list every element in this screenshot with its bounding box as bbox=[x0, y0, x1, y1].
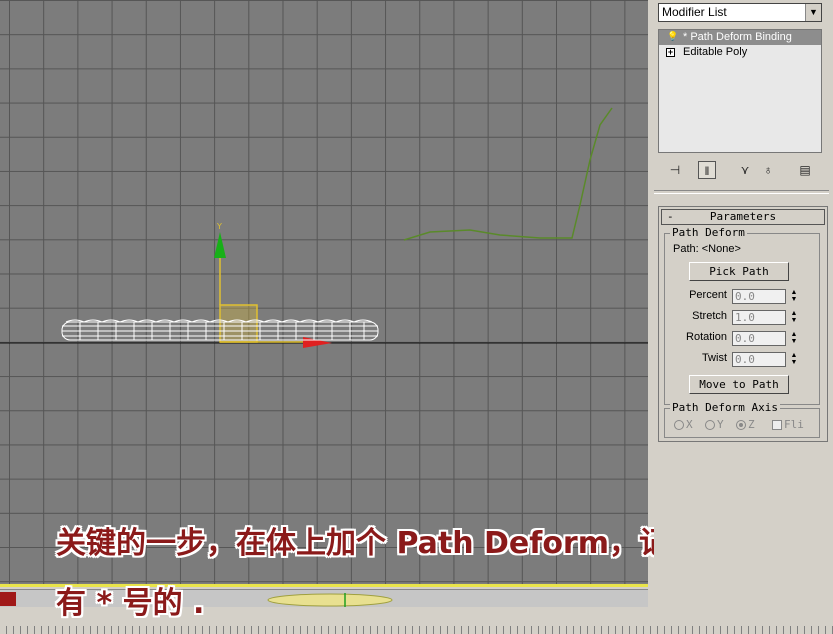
gizmo-x-arrow bbox=[303, 337, 332, 348]
gizmo-y-label: Y bbox=[216, 222, 222, 231]
show-end-result-icon[interactable]: ‖ bbox=[698, 161, 716, 179]
rotation-label: Rotation bbox=[686, 331, 727, 343]
percent-spinner[interactable]: ▲ ▼ bbox=[789, 289, 799, 304]
axis-x-label: X bbox=[686, 418, 693, 431]
collapse-icon[interactable]: - bbox=[667, 210, 674, 224]
path-spline bbox=[403, 107, 613, 241]
axis-z-label: Z bbox=[748, 418, 755, 431]
twist-field[interactable]: 0.0 bbox=[732, 352, 786, 367]
divider bbox=[654, 190, 829, 194]
caption-line-2: 有 * 号的 . bbox=[56, 586, 205, 621]
axis-y-radio[interactable]: Y bbox=[705, 418, 724, 431]
parameters-rollout-header[interactable]: - Parameters bbox=[661, 209, 825, 225]
radio-icon bbox=[674, 420, 684, 430]
plus-expand-icon[interactable]: + bbox=[666, 48, 675, 57]
twist-spinner[interactable]: ▲ ▼ bbox=[789, 352, 799, 367]
lightbulb-icon[interactable]: 💡 bbox=[667, 32, 678, 41]
rotation-field[interactable]: 0.0 bbox=[732, 331, 786, 346]
axis-y-label: Y bbox=[717, 418, 724, 431]
axis-x-radio[interactable]: X bbox=[674, 418, 693, 431]
stack-item-editable-poly[interactable]: + Editable Poly bbox=[659, 45, 821, 60]
perspective-viewport[interactable]: Y bbox=[0, 0, 651, 587]
rollout-title: Parameters bbox=[709, 210, 777, 223]
path-label: Path: <None> bbox=[673, 243, 741, 255]
stretch-label: Stretch bbox=[692, 310, 727, 322]
stretch-field[interactable]: 1.0 bbox=[732, 310, 786, 325]
command-panel: Modifier List ▼ 💡 * Path Deform Binding … bbox=[654, 0, 833, 626]
parameters-rollout: - Parameters Path Deform Path: <None> Pi… bbox=[658, 206, 828, 442]
stack-item-label: * Path Deform Binding bbox=[683, 31, 792, 43]
stack-item-label: Editable Poly bbox=[683, 46, 748, 58]
stack-item-path-deform-binding[interactable]: 💡 * Path Deform Binding bbox=[659, 30, 821, 45]
move-to-path-button[interactable]: Move to Path bbox=[689, 375, 789, 394]
viewport-scene: Y bbox=[0, 107, 648, 348]
radio-icon bbox=[705, 420, 715, 430]
chevron-down-icon[interactable]: ▼ bbox=[805, 4, 821, 21]
gizmo-y-arrow bbox=[214, 232, 226, 258]
checkbox-icon bbox=[772, 420, 782, 430]
flip-checkbox[interactable]: Fli bbox=[772, 418, 804, 431]
percent-label: Percent bbox=[689, 289, 727, 301]
track-bar[interactable] bbox=[0, 626, 833, 634]
modifier-list-label: Modifier List bbox=[662, 5, 727, 19]
make-unique-icon[interactable]: ⋎ bbox=[736, 161, 754, 179]
radio-selected-icon bbox=[736, 420, 746, 430]
group-title: Path Deform Axis bbox=[670, 401, 780, 414]
flip-label: Fli bbox=[784, 418, 804, 431]
modifier-list-dropdown[interactable]: Modifier List ▼ bbox=[658, 3, 822, 22]
pick-path-button[interactable]: Pick Path bbox=[689, 262, 789, 281]
stretch-spinner[interactable]: ▲ ▼ bbox=[789, 310, 799, 325]
rotation-spinner[interactable]: ▲ ▼ bbox=[789, 331, 799, 346]
remove-modifier-icon[interactable]: ♁ bbox=[759, 161, 777, 179]
axis-z-radio[interactable]: Z bbox=[736, 418, 755, 431]
group-title: Path Deform bbox=[670, 226, 747, 239]
twist-label: Twist bbox=[701, 352, 727, 364]
stack-toolbar: ⊣ ‖ ⋎ ♁ ▤ bbox=[660, 159, 830, 181]
percent-field[interactable]: 0.0 bbox=[732, 289, 786, 304]
pin-stack-icon[interactable]: ⊣ bbox=[666, 161, 684, 179]
configure-modifier-sets-icon[interactable]: ▤ bbox=[796, 161, 814, 179]
modifier-stack[interactable]: 💡 * Path Deform Binding + Editable Poly bbox=[658, 29, 822, 153]
